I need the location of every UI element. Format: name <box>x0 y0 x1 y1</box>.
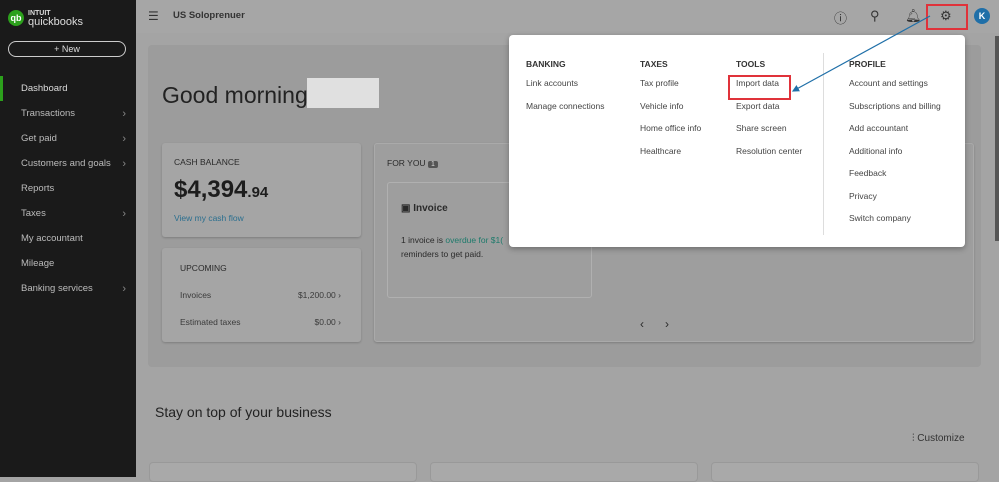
annotation-arrow <box>791 15 931 92</box>
